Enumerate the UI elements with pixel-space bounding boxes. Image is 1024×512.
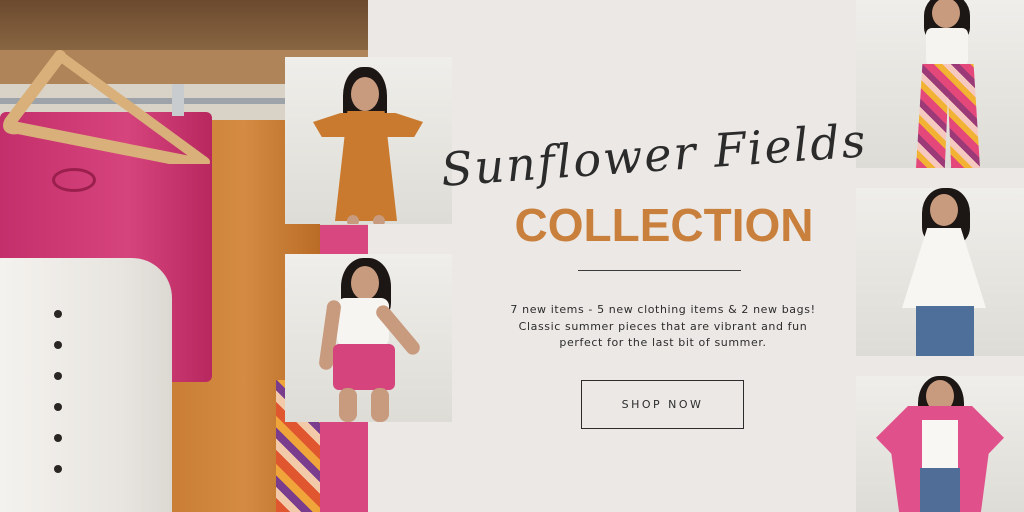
collection-title: COLLECTION	[514, 199, 814, 251]
model-pink-cardigan-photo[interactable]	[856, 376, 1024, 512]
shop-now-button[interactable]: SHOP NOW	[581, 380, 744, 429]
white-tank-garment	[0, 258, 172, 512]
tank-buttons	[52, 310, 64, 510]
model-white-peplum-top-photo[interactable]	[856, 188, 1024, 356]
collection-description: 7 new items - 5 new clothing items & 2 n…	[510, 303, 816, 349]
collection-banner: Sunflower Fields COLLECTION 7 new items …	[0, 0, 1024, 512]
model-pink-shorts-photo[interactable]	[285, 254, 452, 422]
hanger-icon	[3, 50, 210, 164]
divider-line	[578, 270, 741, 271]
